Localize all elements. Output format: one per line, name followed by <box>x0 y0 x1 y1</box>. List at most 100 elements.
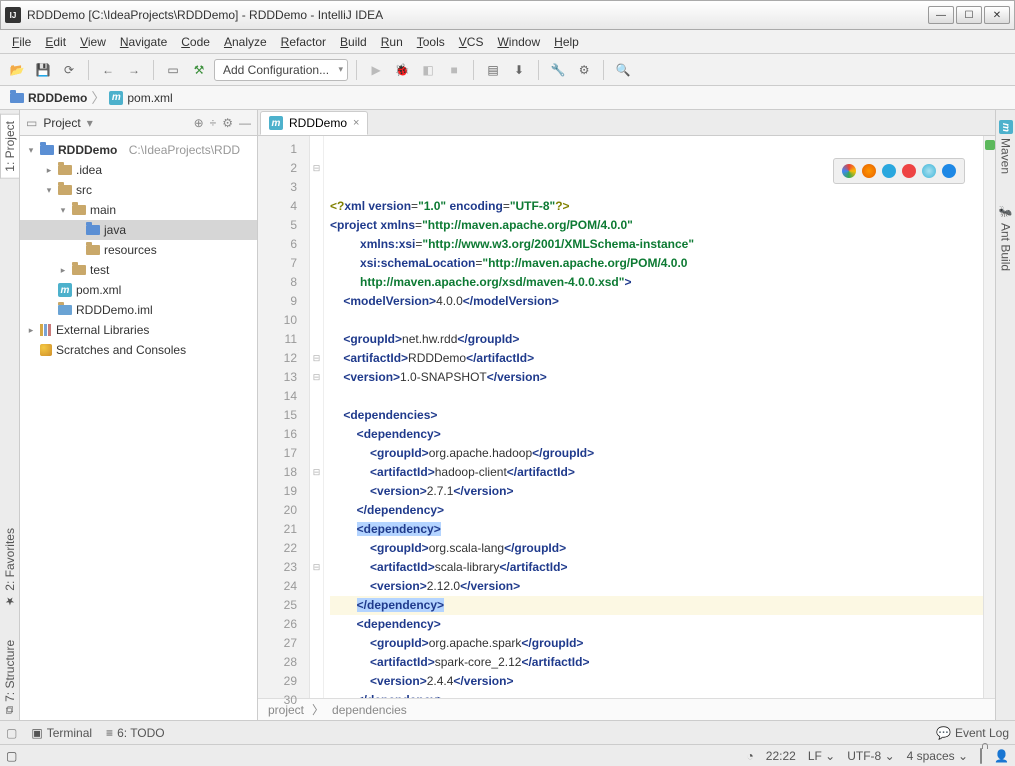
menu-run[interactable]: Run <box>375 33 409 51</box>
code-line[interactable] <box>330 311 983 330</box>
crumb-file[interactable]: mpom.xml <box>105 91 176 105</box>
tab-ant[interactable]: 🐜 Ant Build <box>997 200 1015 277</box>
menu-analyze[interactable]: Analyze <box>218 33 273 51</box>
tab-todo[interactable]: ≡ 6: TODO <box>106 726 165 740</box>
back-icon[interactable]: ← <box>97 59 119 81</box>
editor-tab-pom[interactable]: m RDDDemo × <box>260 111 368 135</box>
search-icon[interactable]: 🔍 <box>612 59 634 81</box>
chrome-icon[interactable] <box>842 164 856 178</box>
minimize-button[interactable]: — <box>928 6 954 24</box>
status-encoding[interactable]: UTF-8 ⌄ <box>847 749 894 763</box>
tree-java[interactable]: java <box>20 220 257 240</box>
code-line[interactable]: <groupId>org.scala-lang</groupId> <box>330 539 983 558</box>
code-line[interactable]: </dependency> <box>330 691 983 698</box>
build-icon[interactable]: ▭ <box>162 59 184 81</box>
tree-idea[interactable]: ▸.idea <box>20 160 257 180</box>
coverage-icon[interactable]: ◧ <box>417 59 439 81</box>
code-line[interactable]: <dependency> <box>330 615 983 634</box>
crumb-root[interactable]: RDDDemo <box>6 91 91 105</box>
code-line[interactable]: <project xmlns="http://maven.apache.org/… <box>330 216 983 235</box>
code-line[interactable]: <groupId>org.apache.hadoop</groupId> <box>330 444 983 463</box>
error-stripe[interactable] <box>983 136 995 698</box>
code-line[interactable]: <dependency> <box>330 520 983 539</box>
opera-icon[interactable] <box>902 164 916 178</box>
collapse-icon[interactable]: ÷ <box>210 116 217 130</box>
tree-resources[interactable]: resources <box>20 240 257 260</box>
menu-navigate[interactable]: Navigate <box>114 33 173 51</box>
close-button[interactable]: ✕ <box>984 6 1010 24</box>
tree-pom[interactable]: mpom.xml <box>20 280 257 300</box>
run-icon[interactable]: ▶ <box>365 59 387 81</box>
maximize-button[interactable]: ☐ <box>956 6 982 24</box>
structure-icon[interactable]: ▤ <box>482 59 504 81</box>
status-square-icon[interactable]: ▢ <box>6 749 17 763</box>
forward-icon[interactable]: → <box>123 59 145 81</box>
code-line[interactable]: </dependency> <box>330 596 983 615</box>
code-line[interactable]: <artifactId>spark-core_2.12</artifactId> <box>330 653 983 672</box>
menu-file[interactable]: File <box>6 33 37 51</box>
tab-structure[interactable]: ⧉ 7: Structure <box>1 634 19 720</box>
code-line[interactable]: xmlns:xsi="http://www.w3.org/2001/XMLSch… <box>330 235 983 254</box>
code-area[interactable]: <?xml version="1.0" encoding="UTF-8"?><p… <box>324 136 983 698</box>
tree-root[interactable]: ▾RDDDemo C:\IdeaProjects\RDD <box>20 140 257 160</box>
ie-icon[interactable] <box>922 164 936 178</box>
status-line-ending[interactable]: LF ⌄ <box>808 749 835 763</box>
crumb-deps[interactable]: dependencies <box>332 703 407 717</box>
code-line[interactable]: <groupId>net.hw.rdd</groupId> <box>330 330 983 349</box>
hector-icon[interactable]: 👤 <box>994 749 1009 763</box>
settings-icon[interactable]: ⚙ <box>573 59 595 81</box>
line-gutter[interactable]: 1234567891011121314151617181920212223242… <box>258 136 310 698</box>
code-line[interactable]: <version>2.12.0</version> <box>330 577 983 596</box>
menu-tools[interactable]: Tools <box>411 33 451 51</box>
code-line[interactable]: <dependency> <box>330 425 983 444</box>
tree-test[interactable]: ▸test <box>20 260 257 280</box>
code-line[interactable]: <groupId>org.apache.spark</groupId> <box>330 634 983 653</box>
debug-icon[interactable]: 🐞 <box>391 59 413 81</box>
tree-main[interactable]: ▾main <box>20 200 257 220</box>
code-line[interactable]: </dependency> <box>330 501 983 520</box>
tab-event-log[interactable]: 💬 Event Log <box>936 726 1009 740</box>
hammer-icon[interactable]: ⚒ <box>188 59 210 81</box>
save-icon[interactable]: 💾 <box>32 59 54 81</box>
code-line[interactable] <box>330 387 983 406</box>
close-icon[interactable]: × <box>353 117 359 129</box>
tree-external[interactable]: ▸External Libraries <box>20 320 257 340</box>
update-icon[interactable]: ⬇ <box>508 59 530 81</box>
code-line[interactable]: <artifactId>hadoop-client</artifactId> <box>330 463 983 482</box>
menu-code[interactable]: Code <box>175 33 216 51</box>
menu-help[interactable]: Help <box>548 33 585 51</box>
run-config-select[interactable]: Add Configuration... <box>214 59 348 81</box>
open-icon[interactable]: 📂 <box>6 59 28 81</box>
menu-refactor[interactable]: Refactor <box>275 33 332 51</box>
stop-icon[interactable]: ■ <box>443 59 465 81</box>
safari-icon[interactable] <box>882 164 896 178</box>
fold-gutter[interactable]: ⊟⊟⊟⊟⊟ <box>310 136 324 698</box>
code-line[interactable]: <version>2.4.4</version> <box>330 672 983 691</box>
code-line[interactable]: <?xml version="1.0" encoding="UTF-8"?> <box>330 197 983 216</box>
tab-project[interactable]: 1: Project <box>0 114 19 179</box>
project-tree[interactable]: ▾RDDDemo C:\IdeaProjects\RDD ▸.idea ▾src… <box>20 136 257 720</box>
code-line[interactable]: http://maven.apache.org/xsd/maven-4.0.0.… <box>330 273 983 292</box>
code-line[interactable]: <modelVersion>4.0.0</modelVersion> <box>330 292 983 311</box>
code-line[interactable]: <dependencies> <box>330 406 983 425</box>
status-indent[interactable]: 4 spaces ⌄ <box>907 749 968 763</box>
sync-icon[interactable]: ⟳ <box>58 59 80 81</box>
tab-favorites[interactable]: ★ 2: Favorites <box>1 522 19 614</box>
wrench-icon[interactable]: 🔧 <box>547 59 569 81</box>
menu-edit[interactable]: Edit <box>39 33 72 51</box>
code-line[interactable]: <version>2.7.1</version> <box>330 482 983 501</box>
firefox-icon[interactable] <box>862 164 876 178</box>
quick-access-icon[interactable]: ▢ <box>6 726 17 740</box>
dropdown-icon[interactable]: ▾ <box>87 116 93 130</box>
tab-maven[interactable]: mMaven <box>997 114 1015 180</box>
tree-iml[interactable]: RDDDemo.iml <box>20 300 257 320</box>
project-mode-label[interactable]: Project <box>43 116 80 130</box>
hide-icon[interactable]: — <box>239 116 251 130</box>
code-line[interactable]: xsi:schemaLocation="http://maven.apache.… <box>330 254 983 273</box>
menu-build[interactable]: Build <box>334 33 373 51</box>
tree-src[interactable]: ▾src <box>20 180 257 200</box>
code-line[interactable]: <artifactId>scala-library</artifactId> <box>330 558 983 577</box>
tree-scratch[interactable]: Scratches and Consoles <box>20 340 257 360</box>
gear-icon[interactable]: ⚙ <box>222 116 233 130</box>
readonly-icon[interactable] <box>980 749 982 763</box>
